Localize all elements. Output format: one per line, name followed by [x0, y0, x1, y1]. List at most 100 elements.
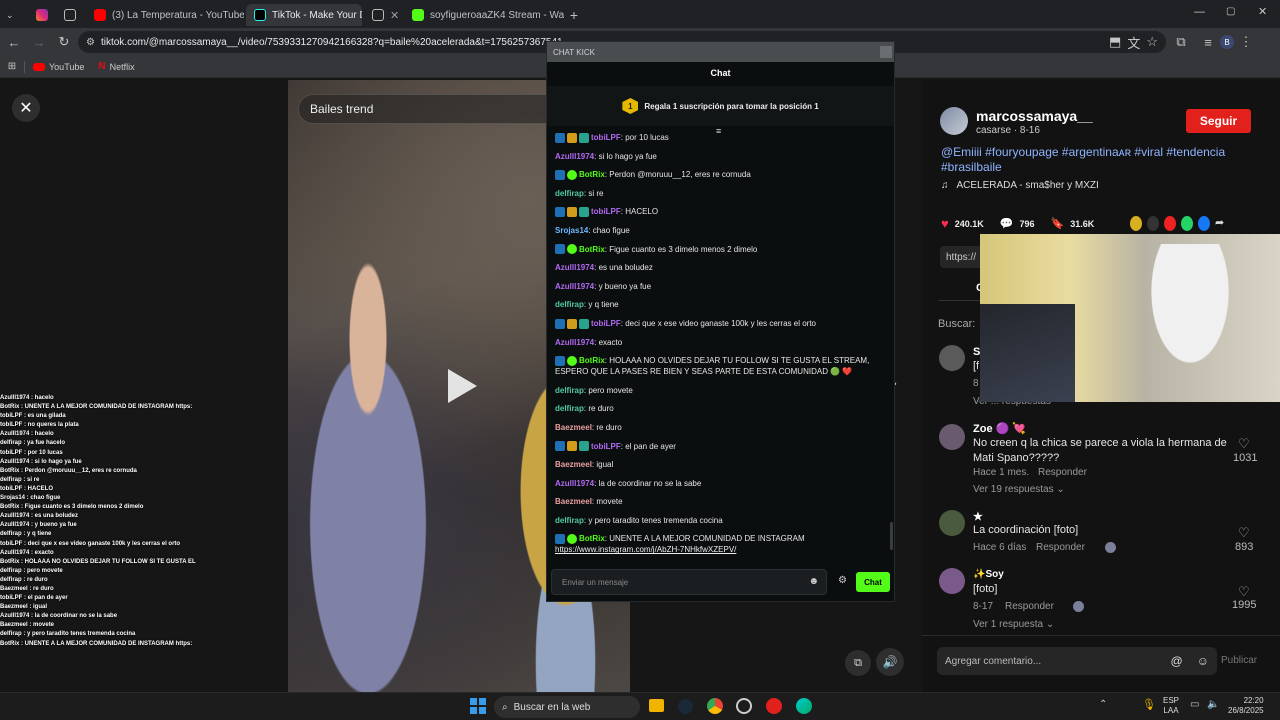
chat-username[interactable]: tobiLPF: [591, 442, 621, 451]
avatar[interactable]: [939, 568, 965, 594]
embed-icon[interactable]: [1147, 216, 1159, 231]
back-icon[interactable]: ←: [0, 35, 28, 50]
forward-icon[interactable]: →: [28, 35, 50, 50]
chat-username[interactable]: Azulll1974: [555, 152, 594, 161]
new-tab-button[interactable]: +: [566, 4, 582, 26]
comment-user[interactable]: Zoe 🟣 💘: [973, 422, 1026, 435]
comment-icon[interactable]: 💬: [1000, 217, 1014, 230]
chat-username[interactable]: Azulll1974: [555, 338, 594, 347]
chat-username[interactable]: Azulll1974: [555, 263, 594, 272]
music-row[interactable]: ♫ ACELERADA - sma$her y MXZI: [941, 180, 1099, 191]
chrome-icon[interactable]: [707, 698, 723, 714]
chat-username[interactable]: BotRix: [579, 245, 605, 254]
opera-icon[interactable]: [766, 698, 782, 714]
chat-scrollbar[interactable]: [890, 522, 893, 550]
bookmark-netflix[interactable]: N Netflix: [98, 61, 134, 72]
volume-icon[interactable]: 🔈: [1207, 699, 1219, 710]
tab-pinned[interactable]: [56, 4, 84, 26]
close-video-button[interactable]: ✕: [12, 94, 40, 122]
bookmark-star-icon[interactable]: ☆: [1146, 34, 1158, 50]
taskbar-search[interactable]: ⌕ Buscar en la web: [494, 696, 640, 718]
volume-icon[interactable]: 🔊: [876, 648, 904, 676]
chat-username[interactable]: BotRix: [579, 170, 605, 179]
tab-kick[interactable]: soyfigueroaaZK4 Stream - Wat: [404, 4, 564, 26]
sub-gift-banner[interactable]: 1 Regala 1 suscripción para tomar la pos…: [547, 86, 894, 126]
reload-icon[interactable]: ↻: [50, 34, 78, 50]
media-icon[interactable]: ≡: [1196, 35, 1220, 50]
reply-button[interactable]: Responder: [1038, 467, 1087, 478]
chat-username[interactable]: Baezmeel: [555, 460, 592, 469]
chat-username[interactable]: tobiLPF: [591, 207, 621, 216]
language-indicator[interactable]: ESP LAA: [1163, 696, 1179, 716]
chat-username[interactable]: delfirap: [555, 404, 584, 413]
extensions-icon[interactable]: ⧉: [1166, 34, 1196, 50]
facebook-icon[interactable]: [1198, 216, 1210, 231]
site-settings-icon[interactable]: ⚙: [86, 37, 95, 48]
chat-username[interactable]: Baezmeel: [555, 497, 592, 506]
share-arrow-icon[interactable]: ➦: [1215, 216, 1224, 231]
send-chat-button[interactable]: Chat: [856, 572, 890, 592]
emoji-icon[interactable]: ☺: [1197, 654, 1209, 668]
tab-youtube[interactable]: (3) La Temperatura - YouTube ✕: [86, 4, 244, 26]
tab-instagram[interactable]: [28, 4, 52, 26]
menu-icon[interactable]: ⋮: [1234, 34, 1258, 50]
view-replies[interactable]: Ver 19 respuestas ⌄: [973, 484, 1065, 495]
maximize-icon[interactable]: ▢: [1226, 6, 1235, 17]
emoji-icon[interactable]: ☻: [808, 576, 819, 587]
chat-username[interactable]: tobiLPF: [591, 319, 621, 328]
avatar[interactable]: [939, 510, 965, 536]
chat-username[interactable]: Azulll1974: [555, 479, 594, 488]
heart-icon[interactable]: ♡: [1238, 584, 1250, 600]
chat-username[interactable]: BotRix: [579, 534, 605, 543]
whatsapp-icon[interactable]: [1181, 216, 1193, 231]
comment-user[interactable]: ★: [973, 510, 983, 523]
coin-icon[interactable]: [1130, 216, 1142, 231]
mic-icon[interactable]: 🎙: [1142, 698, 1156, 711]
chat-username[interactable]: Srojas14: [555, 226, 588, 235]
reply-button[interactable]: Responder: [1005, 601, 1054, 612]
tab-tiktok[interactable]: TikTok - Make Your Day: [246, 4, 362, 26]
comment-user[interactable]: ✨Soy: [973, 569, 1004, 580]
install-icon[interactable]: ⬒: [1109, 34, 1121, 50]
send-icon[interactable]: [1164, 216, 1176, 231]
bookmark-youtube[interactable]: YouTube: [33, 62, 84, 72]
kick-window-header[interactable]: CHAT KICK: [547, 42, 894, 62]
reply-button[interactable]: Responder: [1036, 542, 1085, 553]
chat-username[interactable]: Baezmeel: [555, 423, 592, 432]
chat-username[interactable]: delfirap: [555, 189, 584, 198]
window-button[interactable]: [880, 46, 892, 58]
network-icon[interactable]: ▭: [1190, 699, 1199, 710]
chat-username[interactable]: delfirap: [555, 516, 584, 525]
tab-window[interactable]: ✕: [364, 4, 400, 26]
follow-button[interactable]: Seguir: [1186, 109, 1251, 133]
avatar[interactable]: [939, 345, 965, 371]
tab-search-button[interactable]: ⌄: [6, 4, 24, 26]
minimize-icon[interactable]: —: [1194, 6, 1205, 18]
chat-username[interactable]: BotRix: [579, 356, 605, 365]
chat-username[interactable]: delfirap: [555, 300, 584, 309]
view-replies[interactable]: Ver 1 respuesta ⌄: [973, 619, 1054, 630]
start-icon[interactable]: [470, 698, 486, 714]
bookmark-icon[interactable]: 🔖: [1050, 217, 1064, 230]
play-icon[interactable]: [444, 366, 480, 406]
chat-username[interactable]: tobiLPF: [591, 133, 621, 142]
avatar[interactable]: [940, 107, 968, 135]
video-description[interactable]: @Emiiii #fouryoupage #argentinaᴀʀ #viral…: [941, 145, 1241, 175]
chat-message-input[interactable]: Enviar un mensaje ☻: [551, 569, 827, 595]
chat-username[interactable]: Azulll1974: [555, 282, 594, 291]
edge-icon[interactable]: [796, 698, 812, 714]
picture-in-picture-icon[interactable]: ⧉: [845, 650, 871, 676]
profile-avatar[interactable]: B: [1220, 35, 1234, 49]
heart-icon[interactable]: ♡: [1238, 436, 1250, 452]
comment-input[interactable]: Agregar comentario... @ ☺: [937, 647, 1217, 675]
avatar[interactable]: [939, 424, 965, 450]
steam-icon[interactable]: [678, 699, 693, 714]
clock[interactable]: 22:20 26/8/2025: [1228, 696, 1264, 716]
obs-icon[interactable]: [736, 698, 752, 714]
apps-icon[interactable]: ⊞: [0, 61, 24, 72]
close-icon[interactable]: ✕: [390, 9, 399, 22]
heart-icon[interactable]: ♥: [941, 216, 949, 231]
file-explorer-icon[interactable]: [649, 699, 664, 712]
mention-icon[interactable]: @: [1171, 654, 1183, 668]
chat-link[interactable]: https://www.instagram.com/j/AbZH-7NHkfwX…: [555, 545, 736, 554]
